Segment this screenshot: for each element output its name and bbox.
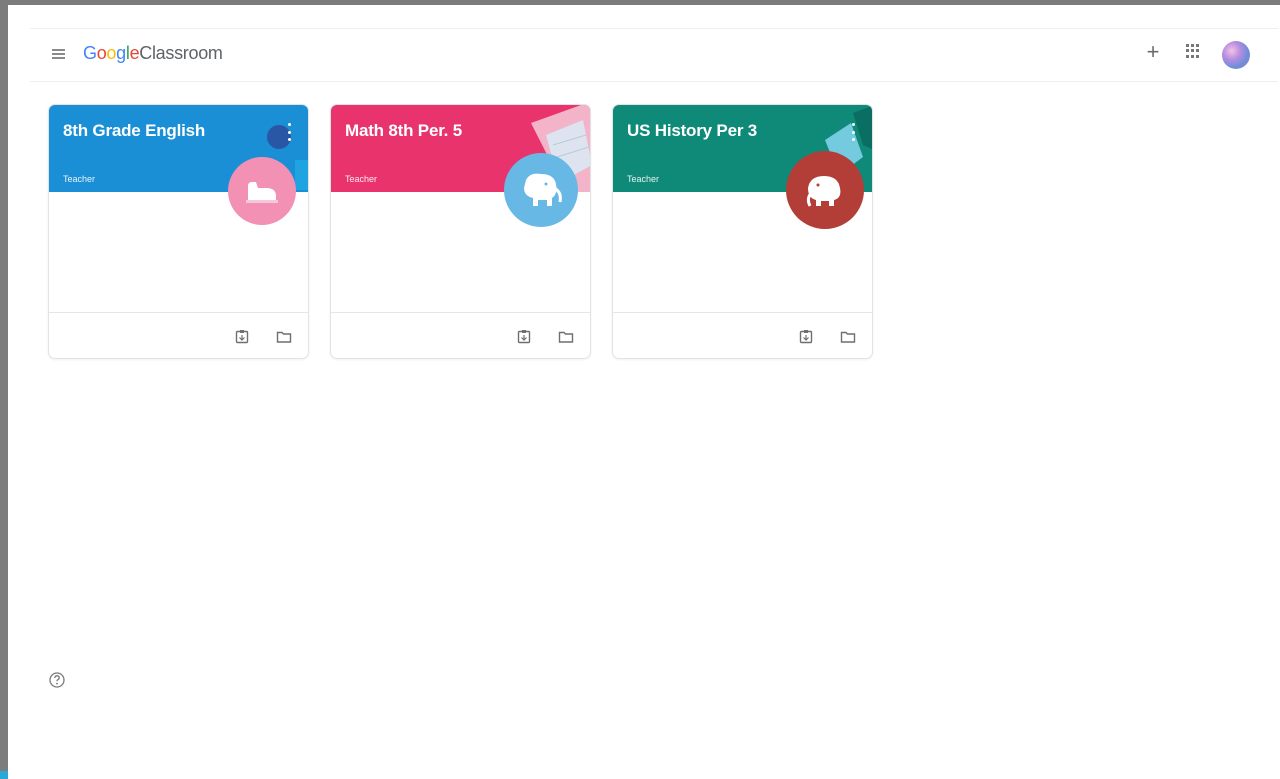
card-footer: [331, 312, 590, 358]
class-role: Teacher: [63, 174, 96, 184]
folder-icon[interactable]: [558, 329, 574, 345]
more-vert-icon[interactable]: [850, 123, 856, 141]
class-title[interactable]: 8th Grade English: [63, 121, 205, 141]
shoe-icon: [228, 157, 296, 225]
brand-letter: e: [129, 43, 140, 63]
assignment-icon[interactable]: [234, 329, 250, 345]
class-card[interactable]: Math 8th Per. 5 Teacher: [330, 104, 591, 359]
plus-icon[interactable]: +: [1142, 41, 1164, 63]
class-role: Teacher: [345, 174, 378, 184]
class-card[interactable]: 8th Grade English Teacher: [48, 104, 309, 359]
account-avatar[interactable]: [1222, 41, 1250, 69]
more-vert-icon[interactable]: [286, 123, 292, 141]
assignment-icon[interactable]: [798, 329, 814, 345]
class-title[interactable]: US History Per 3: [627, 121, 757, 141]
elephant-icon: [786, 151, 864, 229]
folder-icon[interactable]: [276, 329, 292, 345]
apps-grid-icon[interactable]: [1186, 44, 1200, 58]
brand-letter: o: [96, 43, 107, 63]
brand-letter: o: [106, 43, 117, 63]
top-app-bar: GoogleClassroom +: [30, 28, 1278, 82]
card-footer: [613, 312, 872, 358]
hamburger-menu-icon[interactable]: [52, 49, 65, 59]
corner-accent: [0, 771, 8, 779]
elephant-icon: [504, 153, 578, 227]
app-logo[interactable]: GoogleClassroom: [83, 43, 223, 64]
brand-product: Classroom: [139, 43, 223, 63]
class-role: Teacher: [627, 174, 660, 184]
brand-letter: g: [116, 43, 126, 63]
help-circle-icon[interactable]: [48, 671, 66, 689]
brand-letter: G: [83, 43, 97, 63]
assignment-icon[interactable]: [516, 329, 532, 345]
card-footer: [49, 312, 308, 358]
class-title[interactable]: Math 8th Per. 5: [345, 121, 462, 141]
folder-icon[interactable]: [840, 329, 856, 345]
class-card[interactable]: US History Per 3 Teacher: [612, 104, 873, 359]
